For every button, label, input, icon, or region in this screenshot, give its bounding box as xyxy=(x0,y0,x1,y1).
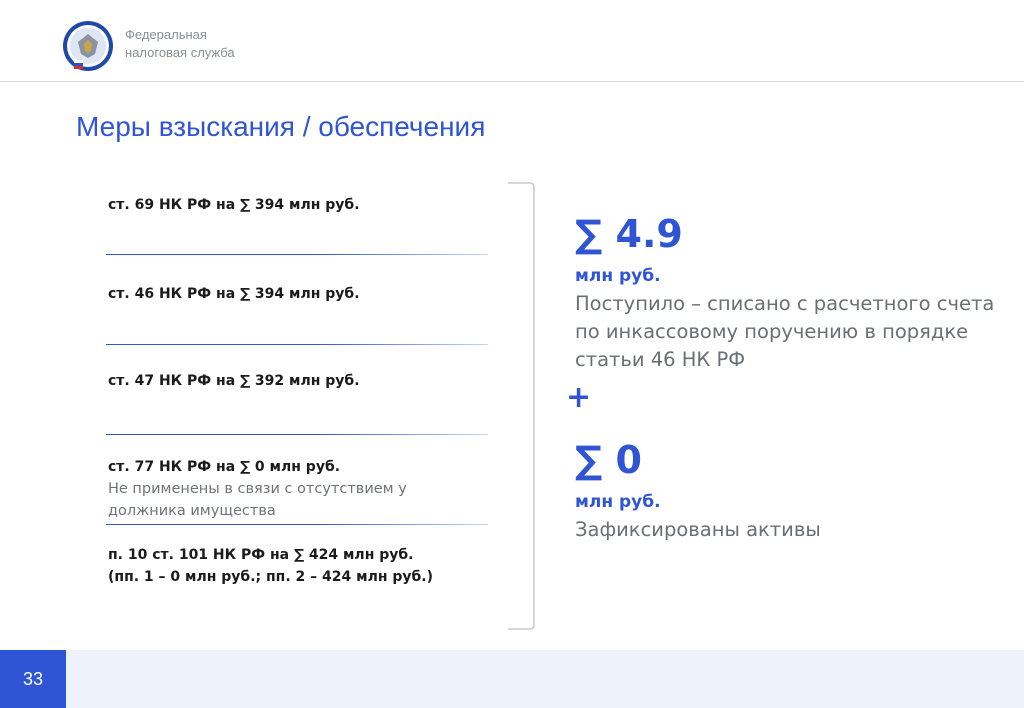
plus-sign: + xyxy=(566,380,592,415)
sum-description-first: Поступило – списано с расчетного счета п… xyxy=(575,292,995,371)
org-name: Федеральная налоговая служба xyxy=(125,27,235,60)
measure-text: ст. 69 НК РФ на ∑ 394 млн руб. xyxy=(108,197,360,213)
measure-text: ст. 46 НК РФ на ∑ 394 млн руб. xyxy=(108,286,360,302)
measure-divider xyxy=(106,254,488,255)
measure-text: п. 10 ст. 101 НК РФ на ∑ 424 млн руб. xyxy=(108,547,414,563)
sum-amount-second: ∑ 0 xyxy=(575,438,642,482)
measure-divider xyxy=(106,524,488,525)
measure-divider xyxy=(106,434,488,435)
right-bracket xyxy=(508,182,535,630)
fns-emblem-icon xyxy=(63,21,113,71)
page-number-box: 33 xyxy=(0,650,66,708)
measure-text-secondary: (пп. 1 – 0 млн руб.; пп. 2 – 424 млн руб… xyxy=(108,569,434,585)
slide-title: Меры взыскания / обеспечения xyxy=(76,111,486,142)
measure-note: Не применены в связи с отсутствием у дол… xyxy=(108,481,407,519)
measure-item: п. 10 ст. 101 НК РФ на ∑ 424 млн руб. (п… xyxy=(108,544,433,588)
measure-text: ст. 47 НК РФ на ∑ 392 млн руб. xyxy=(108,373,360,389)
footer-band xyxy=(0,650,1024,708)
page-number: 33 xyxy=(22,668,44,689)
measure-divider xyxy=(106,344,488,345)
measure-item: ст. 47 НК РФ на ∑ 392 млн руб. xyxy=(108,370,360,392)
measure-item: ст. 69 НК РФ на ∑ 394 млн руб. xyxy=(108,194,360,216)
sum-unit-second: млн руб. xyxy=(575,492,661,512)
measure-item: ст. 77 НК РФ на ∑ 0 млн руб. Не применен… xyxy=(108,456,478,522)
sum-amount-first: ∑ 4.9 xyxy=(575,212,683,256)
measure-text: ст. 77 НК РФ на ∑ 0 млн руб. xyxy=(108,459,341,475)
header-divider xyxy=(0,81,1024,82)
sum-description-second: Зафиксированы активы xyxy=(575,518,821,541)
sum-unit-first: млн руб. xyxy=(575,266,661,286)
measure-item: ст. 46 НК РФ на ∑ 394 млн руб. xyxy=(108,283,360,305)
